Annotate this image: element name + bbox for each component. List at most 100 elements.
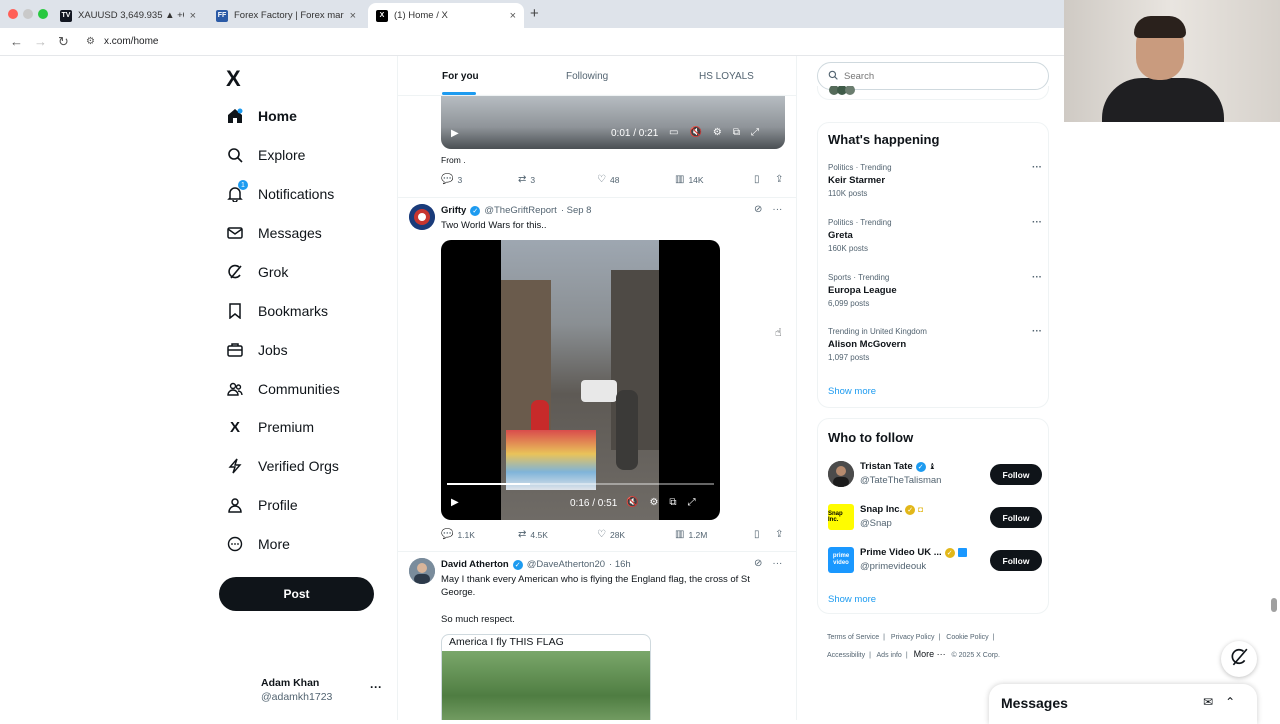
reload-icon[interactable]: ↻ bbox=[58, 34, 69, 50]
avatar[interactable] bbox=[409, 204, 435, 230]
author-name[interactable]: Grifty bbox=[441, 205, 466, 216]
more-icon[interactable]: ··· bbox=[1032, 162, 1042, 173]
repost-button[interactable]: ⇄ 4.5K bbox=[518, 529, 548, 540]
browser-tab-forexfactory[interactable]: FF Forex Factory | Forex markets × bbox=[208, 3, 364, 28]
browser-tab-x-home[interactable]: X (1) Home / X × bbox=[368, 3, 524, 28]
tab-for-you[interactable]: For you bbox=[442, 71, 479, 82]
url-field[interactable]: x.com/home bbox=[104, 36, 158, 47]
account-menu-icon[interactable]: ··· bbox=[370, 680, 382, 694]
tab-close-icon[interactable]: × bbox=[190, 10, 196, 22]
avatar[interactable] bbox=[828, 461, 854, 487]
nav-item-notifications[interactable]: 1 Notifications bbox=[226, 180, 334, 203]
terms-link[interactable]: Terms of Service bbox=[827, 634, 879, 641]
fullscreen-icon[interactable]: ⤢ bbox=[688, 497, 696, 508]
play-icon[interactable]: ▶ bbox=[451, 128, 459, 139]
nav-item-messages[interactable]: Messages bbox=[226, 224, 322, 242]
pip-icon[interactable]: ⧉ bbox=[733, 127, 740, 138]
x-logo-icon[interactable]: X bbox=[226, 66, 241, 92]
like-button[interactable]: ♡ 28K bbox=[597, 529, 625, 540]
post-button[interactable]: Post bbox=[219, 577, 374, 611]
back-arrow-icon[interactable]: ← bbox=[10, 34, 23, 49]
avatar[interactable] bbox=[409, 558, 435, 584]
nav-item-jobs[interactable]: Jobs bbox=[226, 341, 288, 359]
tab-hs-loyals[interactable]: HS LOYALS bbox=[699, 71, 754, 82]
share-button[interactable]: ⇪ bbox=[775, 529, 783, 540]
new-tab-icon[interactable]: + bbox=[530, 5, 539, 22]
follow-button[interactable]: Follow bbox=[990, 507, 1042, 528]
nav-item-home[interactable]: Home bbox=[226, 107, 297, 125]
browser-tab-xauusd[interactable]: TV XAUUSD 3,649.935 ▲ +0.38% × bbox=[52, 3, 204, 28]
fullscreen-icon[interactable]: ⤢ bbox=[751, 127, 759, 138]
snap-logo-icon[interactable]: Snap Inc. bbox=[828, 504, 854, 530]
zoom-window-button[interactable] bbox=[38, 9, 48, 19]
play-icon[interactable]: ▶ bbox=[451, 497, 459, 508]
repost-button[interactable]: ⇄ 3 bbox=[518, 174, 535, 185]
post2-video[interactable]: ▶ 0:16 / 0:51 🔇 ⚙ ⧉ ⤢ bbox=[441, 240, 720, 520]
video-progress-bar[interactable] bbox=[447, 483, 714, 485]
accessibility-link[interactable]: Accessibility bbox=[827, 652, 865, 659]
more-icon[interactable]: ··· bbox=[1032, 326, 1042, 337]
author-handle[interactable]: @TheGriftReport bbox=[484, 205, 556, 216]
expand-icon[interactable]: ⌃ bbox=[1225, 695, 1235, 709]
search-input[interactable] bbox=[844, 70, 1024, 82]
trend-item[interactable]: Trending in United Kingdom Alison McGove… bbox=[828, 326, 1042, 371]
views-button[interactable]: ▥ 14K bbox=[675, 174, 704, 185]
nav-item-verified-orgs[interactable]: Verified Orgs bbox=[226, 457, 339, 475]
show-more-link[interactable]: Show more bbox=[828, 594, 876, 605]
post1-video[interactable]: ▶ 0:01 / 0:21 ▭ 🔇 ⚙ ⧉ ⤢ bbox=[441, 94, 785, 149]
reply-button[interactable]: 💬 1.1K bbox=[441, 529, 475, 540]
more-icon[interactable]: ··· bbox=[772, 204, 782, 215]
reply-button[interactable]: 💬 3 bbox=[441, 174, 462, 185]
tab-following[interactable]: Following bbox=[566, 71, 608, 82]
views-button[interactable]: ▥ 1.2M bbox=[675, 529, 707, 540]
tab-close-icon[interactable]: × bbox=[510, 10, 516, 22]
grok-floating-button[interactable] bbox=[1221, 641, 1257, 677]
author-handle[interactable]: @DaveAtherton20 bbox=[527, 559, 605, 570]
nav-item-explore[interactable]: Explore bbox=[226, 146, 305, 164]
nav-item-profile[interactable]: Profile bbox=[226, 496, 298, 514]
grok-icon[interactable]: ⊘ bbox=[754, 558, 762, 569]
follow-button[interactable]: Follow bbox=[990, 550, 1042, 571]
author-name[interactable]: David Atherton bbox=[441, 559, 509, 570]
follow-suggestion[interactable]: Snap Inc. Snap Inc. ✓ ◘ @Snap Follow bbox=[828, 504, 1042, 532]
close-window-button[interactable] bbox=[8, 9, 18, 19]
ads-info-link[interactable]: Ads info bbox=[877, 652, 902, 659]
share-button[interactable]: ⇪ bbox=[775, 174, 783, 185]
account-switcher[interactable]: Adam Khan @adamkh1723 ··· bbox=[228, 676, 388, 708]
trend-item[interactable]: Politics · Trending Keir Starmer 110K po… bbox=[828, 162, 1042, 207]
bookmark-button[interactable]: ▯ bbox=[754, 529, 760, 540]
follow-button[interactable]: Follow bbox=[990, 464, 1042, 485]
follow-suggestion[interactable]: Tristan Tate ✓ ♝ @TateTheTalisman Follow bbox=[828, 461, 1042, 489]
new-message-icon[interactable]: ✉ bbox=[1203, 695, 1213, 709]
cookie-link[interactable]: Cookie Policy bbox=[946, 634, 988, 641]
more-link[interactable]: More ··· bbox=[914, 649, 946, 659]
trend-item[interactable]: Politics · Trending Greta 160K posts ··· bbox=[828, 217, 1042, 262]
forward-arrow-icon[interactable]: → bbox=[34, 34, 47, 49]
like-button[interactable]: ♡ 48 bbox=[597, 174, 619, 185]
trend-item[interactable]: Sports · Trending Europa League 6,099 po… bbox=[828, 272, 1042, 317]
settings-icon[interactable]: ⚙ bbox=[713, 127, 722, 138]
more-icon[interactable]: ··· bbox=[1032, 272, 1042, 283]
prime-video-logo-icon[interactable]: prime video bbox=[828, 547, 854, 573]
bookmark-button[interactable]: ▯ bbox=[754, 174, 760, 185]
post-time[interactable]: · Sep 8 bbox=[561, 205, 592, 216]
nav-item-communities[interactable]: Communities bbox=[226, 380, 340, 398]
mute-icon[interactable]: 🔇 bbox=[689, 127, 701, 138]
grok-icon[interactable]: ⊘ bbox=[754, 204, 762, 215]
settings-icon[interactable]: ⚙ bbox=[649, 497, 658, 508]
nav-item-bookmarks[interactable]: Bookmarks bbox=[226, 302, 328, 320]
page-scrollbar[interactable] bbox=[1271, 598, 1277, 612]
nav-item-grok[interactable]: Grok bbox=[226, 263, 288, 281]
show-more-link[interactable]: Show more bbox=[828, 386, 876, 397]
tab-close-icon[interactable]: × bbox=[350, 10, 356, 22]
post-time[interactable]: · 16h bbox=[609, 559, 631, 570]
mute-icon[interactable]: 🔇 bbox=[626, 497, 638, 508]
nav-item-premium[interactable]: X Premium bbox=[226, 418, 314, 436]
more-icon[interactable]: ··· bbox=[1032, 217, 1042, 228]
nav-item-more[interactable]: More bbox=[226, 535, 290, 553]
privacy-link[interactable]: Privacy Policy bbox=[891, 634, 935, 641]
more-icon[interactable]: ··· bbox=[772, 558, 782, 569]
pip-icon[interactable]: ⧉ bbox=[669, 497, 676, 508]
captions-icon[interactable]: ▭ bbox=[669, 127, 678, 138]
post3-media[interactable]: America I fly THIS FLAG bbox=[441, 634, 651, 720]
